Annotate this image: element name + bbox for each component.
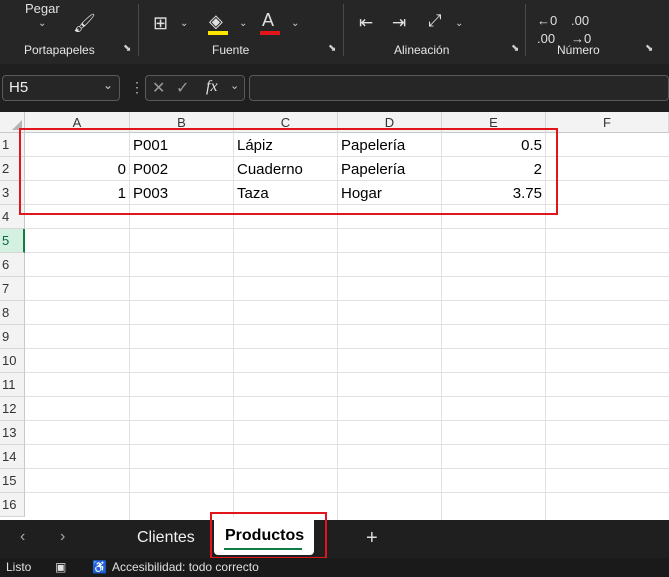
row-header-13[interactable]: 13 [0, 421, 25, 445]
row-header-12[interactable]: 12 [0, 397, 25, 421]
insert-function-button[interactable]: fx [206, 78, 218, 96]
column-header-f[interactable]: F [546, 112, 669, 133]
accessibility-status[interactable]: Accesibilidad: todo correcto [112, 558, 259, 577]
ribbon-separator [343, 4, 344, 56]
formula-buttons: ✕ ✓ fx ⌄ [145, 75, 245, 101]
cancel-icon[interactable]: ✕ [152, 78, 165, 98]
fill-color-chevron-icon[interactable]: ⌄ [239, 18, 247, 29]
add-sheet-button[interactable]: + [366, 527, 378, 550]
row-header-14[interactable]: 14 [0, 445, 25, 469]
font-color-chevron-icon[interactable]: ⌄ [291, 18, 299, 29]
orientation-chevron-icon[interactable]: ⌄ [455, 18, 463, 29]
more-options-icon[interactable]: ⋮ [130, 79, 144, 96]
number-launcher-icon[interactable]: ⬊ [645, 44, 655, 54]
row-header-5[interactable]: 5 [0, 229, 25, 253]
prev-sheet-icon[interactable]: ‹ [20, 528, 25, 546]
row-header-7[interactable]: 7 [0, 277, 25, 301]
fill-color-icon[interactable]: ◈ [209, 12, 223, 30]
next-sheet-icon[interactable]: › [60, 528, 65, 546]
borders-icon[interactable]: ⊞ [153, 14, 168, 32]
sheet-tab-bar [0, 520, 669, 558]
font-launcher-icon[interactable]: ⬊ [328, 44, 338, 54]
alignment-launcher-icon[interactable]: ⬊ [511, 44, 521, 54]
font-group-label: Fuente [212, 43, 250, 57]
clipboard-launcher-icon[interactable]: ⬊ [123, 44, 133, 54]
row-header-11[interactable]: 11 [0, 373, 25, 397]
row-header-16[interactable]: 16 [0, 493, 25, 517]
tab-highlight-box [210, 512, 327, 559]
name-box-value: H5 [9, 79, 29, 96]
paste-button[interactable]: Pegar [25, 0, 60, 18]
ribbon-separator [138, 4, 139, 56]
row-header-9[interactable]: 9 [0, 325, 25, 349]
status-bar: Listo ▣ ♿ Accesibilidad: todo correcto [0, 558, 669, 577]
number-group-label: Número [557, 43, 600, 57]
data-highlight-box [19, 128, 558, 215]
macro-record-icon[interactable]: ▣ [55, 558, 66, 577]
format-painter-icon[interactable]: 🖌 [73, 14, 96, 32]
fx-chevron-icon[interactable]: ⌄ [230, 79, 239, 92]
formula-input[interactable] [249, 75, 669, 101]
increase-decimal-icon[interactable]: ←0.00 [537, 12, 557, 48]
font-color-icon[interactable]: A [262, 11, 274, 29]
status-ready: Listo [6, 560, 32, 574]
fill-color-swatch [208, 31, 228, 35]
decrease-indent-icon[interactable]: ⇤ [359, 14, 373, 32]
increase-indent-icon[interactable]: ⇥ [392, 14, 406, 32]
sheet-tab-clientes[interactable]: Clientes [137, 529, 195, 547]
row-header-10[interactable]: 10 [0, 349, 25, 373]
ribbon-separator [525, 4, 526, 56]
accessibility-icon[interactable]: ♿ [92, 558, 107, 577]
row-header-6[interactable]: 6 [0, 253, 25, 277]
borders-chevron-icon[interactable]: ⌄ [180, 18, 188, 29]
paste-dropdown-chevron-icon[interactable]: ⌄ [38, 18, 46, 29]
alignment-group-label: Alineación [394, 43, 450, 57]
row-header-8[interactable]: 8 [0, 301, 25, 325]
ribbon: Pegar ⌄ 🖌 Portapapeles ⬊ ⊞ ⌄ ◈ ⌄ A ⌄ Fue… [0, 0, 669, 64]
row-header-15[interactable]: 15 [0, 469, 25, 493]
clipboard-group-label: Portapapeles [24, 43, 95, 57]
name-box[interactable]: H5 ⌄ [2, 75, 120, 101]
name-box-chevron-icon[interactable]: ⌄ [103, 78, 113, 92]
orientation-icon[interactable]: ⤢ [428, 12, 442, 30]
font-color-swatch [260, 31, 280, 35]
enter-icon[interactable]: ✓ [176, 78, 189, 98]
